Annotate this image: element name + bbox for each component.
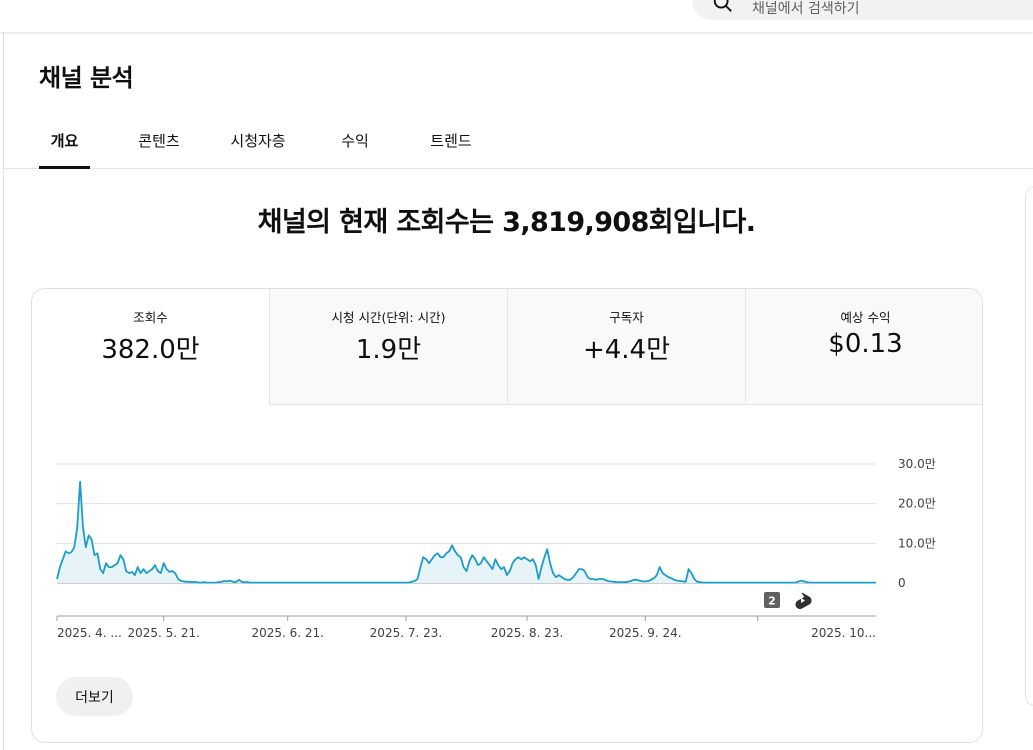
search-box[interactable]: 채널에서 검색하기 [692,0,1033,20]
tab-label: 콘텐츠 [138,132,180,150]
tab-label: 개요 [50,132,79,150]
tab-content[interactable]: 콘텐츠 [131,130,187,168]
tab-bar: 개요 콘텐츠 시청자층 수익 트렌드 [4,126,1033,169]
page-title: 채널 분석 [39,64,134,92]
search-input[interactable]: 채널에서 검색하기 [752,0,860,18]
x-tick-label: 2025. 5. 21. [127,626,200,640]
y-tick-label: 30.0만 [898,457,936,471]
tab-revenue[interactable]: 수익 [335,130,375,168]
tab-label: 수익 [341,132,369,150]
x-tick-label: 2025. 10... [811,626,876,640]
video-count-badge-label: 2 [768,595,776,608]
tab-label: 트렌드 [430,132,472,150]
chart-series-line [56,480,876,584]
tab-audience[interactable]: 시청자층 [223,130,293,168]
analytics-card: 조회수 382.0만 시청 시간(단위: 시간) 1.9만 구독자 +4.4만 … [31,288,983,743]
x-tick-label: 2025. 4. ... [57,626,122,640]
headline-total-views: 채널의 현재 조회수는 3,819,908회입니다. [257,207,756,238]
tab-overview[interactable]: 개요 [39,130,90,169]
views-chart[interactable]: 30.0만 20.0만 10.0만 0 2025. 4. ... 2025. 5. 21.… [32,289,983,669]
tab-trends[interactable]: 트렌드 [423,130,479,168]
side-card [1025,186,1033,706]
search-icon[interactable] [712,0,734,14]
x-tick-label: 2025. 9. 24. [609,626,682,640]
x-tick-label: 2025. 6. 21. [251,626,324,640]
chart-area-fill [57,481,876,583]
y-tick-label: 0 [898,576,906,590]
top-bar: 채널에서 검색하기 [0,0,1033,32]
y-tick-label: 10.0만 [898,536,936,550]
more-button[interactable]: 더보기 [56,677,133,716]
tab-label: 시청자층 [230,132,286,150]
x-tick-label: 2025. 8. 23. [491,626,564,640]
y-tick-label: 20.0만 [898,497,936,511]
x-tick-label: 2025. 7. 23. [370,626,443,640]
